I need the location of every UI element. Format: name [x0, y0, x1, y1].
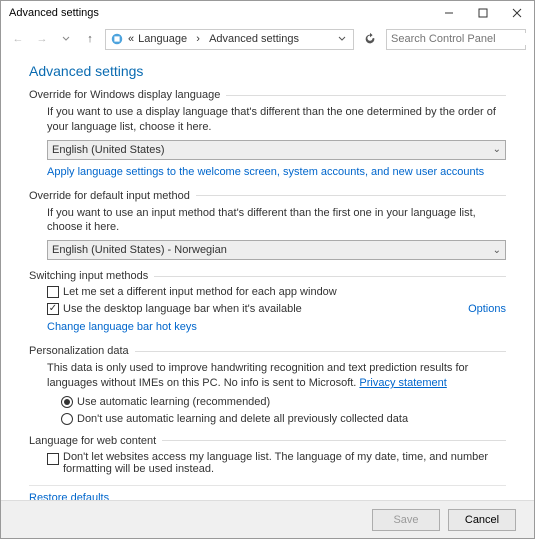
chevron-down-icon[interactable]	[335, 35, 349, 43]
apply-language-link[interactable]: Apply language settings to the welcome s…	[47, 166, 484, 178]
search-box[interactable]	[386, 29, 526, 50]
hotkeys-link[interactable]: Change language bar hot keys	[47, 321, 197, 333]
forward-button[interactable]: →	[33, 30, 51, 48]
per-app-input-checkbox[interactable]	[47, 286, 59, 298]
footer: Save Cancel	[1, 500, 534, 538]
minimize-button[interactable]	[432, 1, 466, 25]
up-button[interactable]: ↑	[81, 30, 99, 48]
breadcrumb-item[interactable]: Advanced settings	[209, 33, 299, 45]
section-personalization: Personalization data This data is only u…	[29, 345, 506, 425]
section-webcontent: Language for web content Don't let websi…	[29, 435, 506, 475]
restore-defaults-link[interactable]: Restore defaults	[29, 492, 109, 500]
section-title: Switching input methods	[29, 270, 148, 282]
desktop-langbar-checkbox[interactable]	[47, 303, 59, 315]
privacy-link[interactable]: Privacy statement	[359, 377, 446, 389]
refresh-button[interactable]	[360, 32, 380, 46]
control-panel-icon	[110, 32, 124, 46]
close-button[interactable]	[500, 1, 534, 25]
chevron-down-icon: ⌄	[493, 245, 501, 256]
breadcrumb-prev-icon: «	[128, 33, 134, 45]
input-method-select[interactable]: English (United States) - Norwegian ⌄	[47, 240, 506, 260]
section-desc: If you want to use a display language th…	[47, 105, 506, 135]
divider	[29, 485, 506, 486]
back-button[interactable]: ←	[9, 30, 27, 48]
titlebar: Advanced settings	[1, 1, 534, 25]
navbar: ← → ↑ « Language › Advanced settings	[1, 25, 534, 53]
radio-label: Use automatic learning (recommended)	[77, 396, 270, 408]
display-language-select[interactable]: English (United States) ⌄	[47, 140, 506, 160]
select-value: English (United States)	[52, 144, 165, 156]
chevron-down-icon: ⌄	[493, 144, 501, 155]
section-title: Override for Windows display language	[29, 89, 220, 101]
section-override-display: Override for Windows display language If…	[29, 89, 506, 180]
recent-locations-button[interactable]	[57, 30, 75, 48]
section-switching: Switching input methods Let me set a dif…	[29, 270, 506, 335]
section-override-input: Override for default input method If you…	[29, 190, 506, 261]
section-desc: If you want to use an input method that'…	[47, 206, 506, 236]
window-title: Advanced settings	[9, 7, 99, 19]
select-value: English (United States) - Norwegian	[52, 244, 227, 256]
checkbox-label: Let me set a different input method for …	[63, 286, 337, 298]
learning-off-radio[interactable]	[61, 413, 73, 425]
breadcrumb-item[interactable]: Language	[138, 33, 187, 45]
learning-on-radio[interactable]	[61, 396, 73, 408]
checkbox-label: Use the desktop language bar when it's a…	[63, 303, 302, 315]
save-button[interactable]: Save	[372, 509, 440, 531]
chevron-right-icon: ›	[191, 33, 205, 45]
maximize-button[interactable]	[466, 1, 500, 25]
web-language-checkbox[interactable]	[47, 453, 59, 465]
checkbox-label: Don't let websites access my language li…	[63, 451, 506, 475]
radio-label: Don't use automatic learning and delete …	[77, 413, 408, 425]
breadcrumb[interactable]: « Language › Advanced settings	[105, 29, 354, 50]
section-title: Language for web content	[29, 435, 156, 447]
langbar-options-link[interactable]: Options	[468, 303, 506, 315]
page-title: Advanced settings	[29, 63, 506, 79]
section-title: Override for default input method	[29, 190, 190, 202]
content-area: Advanced settings Override for Windows d…	[1, 53, 534, 500]
search-input[interactable]	[391, 33, 533, 45]
section-title: Personalization data	[29, 345, 129, 357]
cancel-button[interactable]: Cancel	[448, 509, 516, 531]
